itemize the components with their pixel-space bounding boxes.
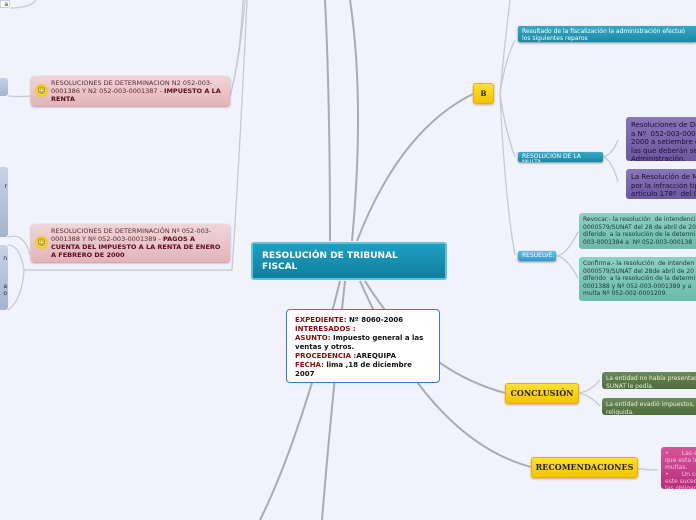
- info-box[interactable]: EXPEDIENTE: Nº 8060-2006 INTERESADOS : A…: [286, 309, 440, 383]
- node-text: Resultado de la fiscalización la adminis…: [522, 28, 685, 42]
- expediente-value: Nº 8060-2006: [346, 316, 404, 324]
- node-recomendaciones[interactable]: RECOMENDACIONES: [531, 457, 638, 478]
- central-title: RESOLUCIÓN DE TRIBUNAL FISCAL: [262, 251, 398, 272]
- node-text: RESOLUCION DE LA MULTA: [522, 153, 581, 163]
- recomendaciones-item[interactable]: • Las e que esta le multas. • Un co este…: [661, 447, 696, 489]
- b-node[interactable]: B: [473, 83, 494, 104]
- conclusion-item-2[interactable]: La entidad evadió impuestos, po reliquid…: [602, 398, 696, 415]
- edge-text: o: [3, 290, 7, 297]
- node-text: Confirma.- la resolución de intenden 000…: [583, 260, 696, 297]
- node-text: La entidad evadió impuestos, po reliquid…: [606, 401, 695, 415]
- interesados-label: INTERESADOS :: [295, 325, 356, 333]
- edge-node-grey-2[interactable]: n ao: [0, 245, 8, 310]
- node-text: • Las e que esta le multas. • Un co este…: [665, 450, 696, 489]
- node-text: RECOMENDACIONES: [535, 462, 634, 472]
- expediente-label: EXPEDIENTE:: [295, 316, 347, 324]
- node-text: La Resolución de Mu por la infracción ti…: [631, 173, 696, 198]
- conclusion-item-1[interactable]: La entidad no había presentado l SUNAT l…: [602, 372, 696, 389]
- resuelve-item-2[interactable]: Confirma.- la resolución de intenden 000…: [579, 257, 696, 301]
- resuelve-item-1[interactable]: Revocar.- la resolución de intendenci 00…: [579, 213, 696, 249]
- b-node-label: B: [480, 89, 487, 98]
- edge-text: n: [3, 255, 7, 262]
- node-text: Resoluciones de Det a Nº 052-003-0001 20…: [631, 121, 696, 161]
- node-text: CONCLUSIÓN: [510, 388, 574, 398]
- procedencia-label: PROCEDENCIA :: [295, 352, 357, 360]
- edge-text: a: [4, 1, 8, 8]
- fecha-label: FECHA:: [295, 361, 324, 369]
- edge-node-blue[interactable]: [0, 78, 8, 96]
- edge-text: a: [3, 283, 7, 290]
- edge-text: r: [4, 183, 7, 190]
- node-text: Revocar.- la resolución de intendenci 00…: [583, 216, 696, 246]
- node-resuelve[interactable]: RESUELVE:: [518, 251, 556, 261]
- smiley-icon: ☺: [35, 84, 48, 97]
- edge-node-grey-1[interactable]: r: [0, 167, 8, 237]
- node-conclusion[interactable]: CONCLUSIÓN: [505, 383, 579, 404]
- multa-item-1[interactable]: Resoluciones de Det a Nº 052-003-0001 20…: [626, 117, 696, 161]
- node-text: La entidad no había presentado l SUNAT l…: [606, 375, 696, 389]
- procedencia-value: AREQUIPA: [356, 352, 396, 360]
- central-node[interactable]: RESOLUCIÓN DE TRIBUNAL FISCAL: [251, 242, 447, 280]
- node-fiscalizacion[interactable]: Resultado de la fiscalización la adminis…: [518, 26, 696, 42]
- multa-item-2[interactable]: La Resolución de Mu por la infracción ti…: [626, 169, 696, 199]
- grimace-icon: ☺: [35, 236, 48, 249]
- edge-node-top-left[interactable]: a: [0, 0, 10, 8]
- node-resolucion-multa[interactable]: RESOLUCION DE LA MULTA: [518, 152, 603, 162]
- node-pagos-a-cuenta[interactable]: ☺ RESOLUCIONES DE DETERMINACIÓN Nº 052-0…: [31, 224, 230, 262]
- asunto-label: ASUNTO:: [295, 334, 331, 342]
- node-text: RESUELVE:: [522, 252, 555, 259]
- node-impuesto-renta[interactable]: ☺ RESOLUCIONES DE DETERMINACION N2 052-0…: [31, 76, 230, 106]
